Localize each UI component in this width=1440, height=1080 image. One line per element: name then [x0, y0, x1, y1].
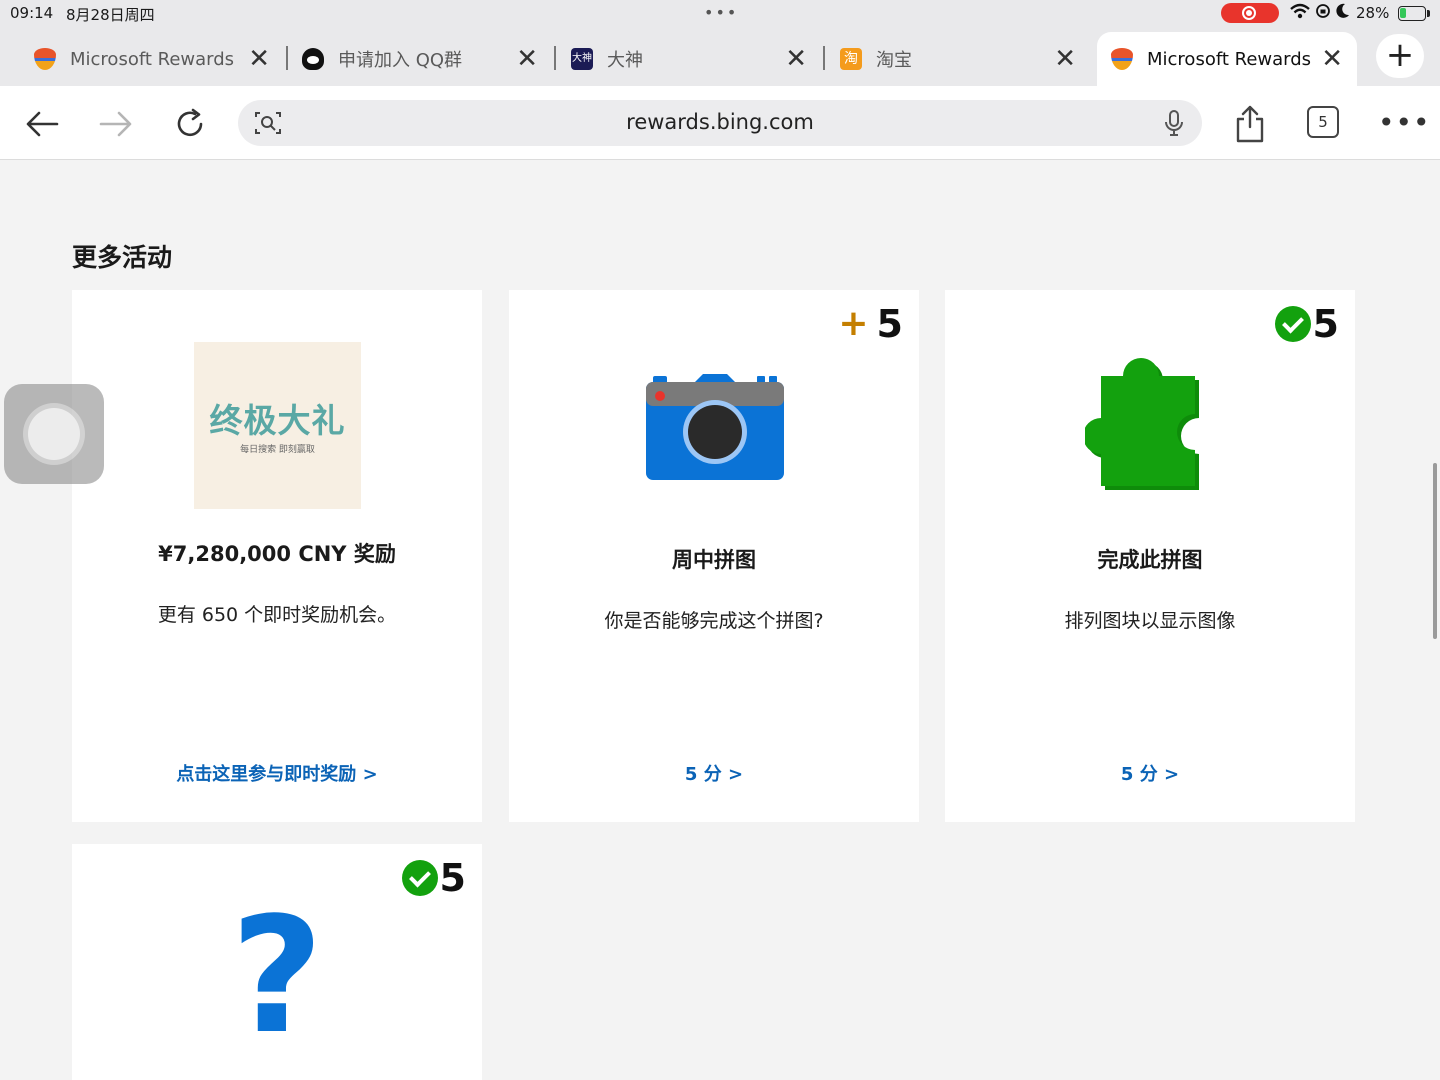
back-button[interactable] — [22, 104, 62, 144]
card-title: ¥7,280,000 CNY 奖励 — [158, 542, 396, 566]
more-menu-icon[interactable]: ••• — [1378, 106, 1431, 139]
activity-card-grand-prize[interactable]: 终极大礼 每日搜索 即刻赢取 ¥7,280,000 CNY 奖励 更有 650 … — [72, 290, 482, 822]
card-description: 更有 650 个即时奖励机会。 — [157, 604, 397, 626]
points-value: 5 — [439, 856, 466, 900]
tab-taobao[interactable]: 淘 淘宝 ✕ — [840, 32, 1090, 86]
tab-label: Microsoft Rewards — [70, 48, 235, 70]
taobao-icon: 淘 — [840, 48, 862, 70]
tab-microsoft-rewards-active[interactable]: Microsoft Rewards ✕ — [1097, 32, 1357, 86]
tab-label: 淘宝 — [876, 50, 912, 71]
arrow-left-icon — [26, 111, 59, 137]
record-icon — [1242, 6, 1256, 20]
activity-card-quiz[interactable]: 5 ? — [72, 844, 482, 1080]
assistive-touch-button[interactable] — [4, 384, 104, 484]
plus-icon: + — [838, 303, 869, 344]
scrollbar[interactable] — [1433, 463, 1437, 639]
puzzle-piece-icon — [1085, 358, 1199, 490]
moon-icon — [1335, 3, 1349, 18]
card-title: 周中拼图 — [672, 548, 756, 572]
dashen-icon: 大神 — [571, 48, 593, 70]
forward-button[interactable] — [96, 104, 136, 144]
activity-card-midweek-puzzle[interactable]: + 5 周中拼图 你是否能够完成这个拼图? 5 分 > — [509, 290, 919, 822]
close-icon[interactable]: ✕ — [248, 46, 270, 72]
browser-toolbar: rewards.bing.com 5 ••• — [0, 86, 1440, 160]
tab-count-button[interactable]: 5 — [1307, 106, 1339, 138]
tab-microsoft-rewards[interactable]: Microsoft Rewards ✕ — [34, 32, 284, 86]
status-bar: 09:14 8月28日周四 ••• 28% — [0, 0, 1440, 26]
instant-reward-link[interactable]: 点击这里参与即时奖励 > — [72, 760, 482, 786]
close-icon[interactable]: ✕ — [516, 46, 538, 72]
address-bar[interactable]: rewards.bing.com — [238, 100, 1202, 146]
reload-button[interactable] — [170, 104, 210, 144]
tab-dashen[interactable]: 大神 大神 ✕ — [571, 32, 821, 86]
points-badge: + 5 — [838, 302, 903, 346]
image-subtitle: 每日搜索 即刻赢取 — [240, 445, 315, 455]
screen-recording-indicator[interactable] — [1221, 3, 1279, 23]
share-icon — [1236, 105, 1264, 143]
microphone-icon[interactable] — [1164, 109, 1184, 137]
close-icon[interactable]: ✕ — [1321, 46, 1343, 72]
reload-icon — [177, 108, 203, 137]
tab-qq-group[interactable]: 申请加入 QQ群 ✕ — [302, 32, 552, 86]
grand-prize-image: 终极大礼 每日搜索 即刻赢取 — [194, 342, 361, 509]
tab-label: 大神 — [607, 50, 643, 71]
status-time: 09:14 — [10, 4, 54, 22]
camera-icon — [646, 374, 784, 480]
card-title: 完成此拼图 — [1097, 548, 1203, 572]
rewards-medal-icon — [1111, 48, 1133, 70]
points-badge: 5 — [401, 856, 466, 900]
section-title: 更多活动 — [72, 243, 173, 272]
multitasking-dots-icon[interactable]: ••• — [704, 3, 738, 22]
status-date: 8月28日周四 — [66, 6, 155, 24]
points-link[interactable]: 5 分 > — [509, 760, 919, 786]
points-badge: 5 — [1274, 302, 1339, 346]
battery-level — [1400, 8, 1406, 18]
battery-percent: 28% — [1356, 4, 1390, 22]
points-value: 5 — [1312, 302, 1339, 346]
rewards-medal-icon — [34, 48, 56, 70]
address-url[interactable]: rewards.bing.com — [238, 110, 1202, 134]
card-description: 排列图块以显示图像 — [1064, 610, 1236, 632]
wifi-icon — [1290, 3, 1310, 19]
points-value: 5 — [876, 302, 903, 346]
share-button[interactable] — [1230, 104, 1270, 144]
arrow-right-icon — [99, 111, 132, 137]
qq-penguin-icon — [302, 48, 324, 70]
tab-label: 申请加入 QQ群 — [338, 50, 463, 71]
battery-icon — [1398, 6, 1426, 21]
image-title: 终极大礼 — [209, 401, 346, 440]
lock-rotation-icon — [1315, 4, 1330, 18]
close-icon[interactable]: ✕ — [785, 46, 807, 72]
checkmark-icon — [1274, 306, 1311, 342]
new-tab-button[interactable]: + — [1376, 34, 1424, 78]
question-mark-icon: ? — [230, 882, 324, 1069]
tab-bar: Microsoft Rewards ✕ 申请加入 QQ群 ✕ 大神 大神 ✕ 淘… — [0, 26, 1440, 86]
points-link[interactable]: 5 分 > — [945, 760, 1355, 786]
tab-label: Microsoft Rewards — [1147, 48, 1312, 70]
card-description: 你是否能够完成这个拼图? — [604, 610, 824, 632]
checkmark-icon — [401, 860, 438, 896]
close-icon[interactable]: ✕ — [1054, 46, 1076, 72]
activity-card-complete-puzzle[interactable]: 5 完成此拼图 排列图块以显示图像 5 分 > — [945, 290, 1355, 822]
